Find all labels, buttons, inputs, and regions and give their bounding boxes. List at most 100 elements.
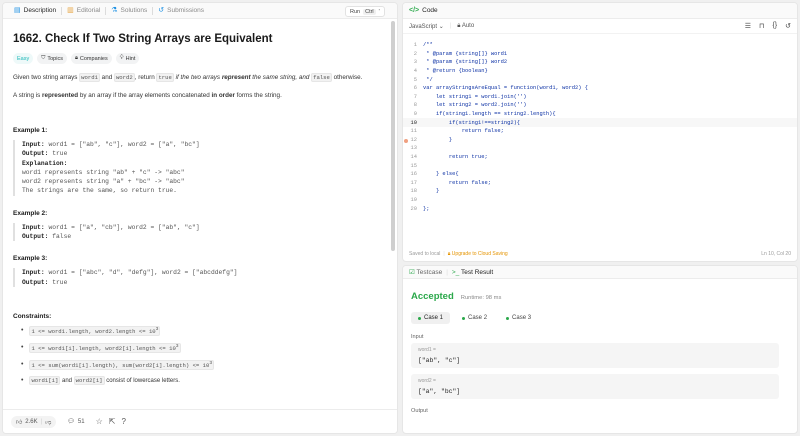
code-line[interactable]: 15 — [403, 161, 797, 170]
code-panel: </> Code JavaScript ⌄ | 🔒︎ Auto ☰ ⊓ {} ↺… — [402, 2, 798, 262]
example-3-title: Example 3: — [13, 255, 48, 263]
like-button[interactable]: 👍︎ 2.6K | 👎︎ — [11, 415, 57, 428]
line-number: 15 — [410, 162, 417, 169]
description-footer: 👍︎ 2.6K | 👎︎ 💬︎ 51 ☆ ⇱ ? — [3, 409, 397, 433]
code-text: } else{ — [423, 171, 459, 178]
lightbulb-icon: 💡︎ — [119, 55, 124, 61]
constraint-item: 1 <= word1[i].length, word2[i].length <=… — [21, 342, 381, 353]
case-tab-3[interactable]: Case 3 — [499, 312, 538, 324]
input-label: Input — [411, 334, 424, 340]
tab-solutions[interactable]: ⚗ Solutions — [106, 3, 152, 19]
comment-icon: 💬︎ — [67, 419, 75, 425]
input-box-word2: word2 = ["a", "bc"] — [411, 374, 779, 399]
code-line[interactable]: 20}; — [403, 204, 797, 213]
code-text: * @param {string[]} word1 — [423, 50, 508, 57]
upgrade-link[interactable]: 🔒︎ Upgrade to Cloud Saving — [448, 251, 508, 257]
code-line[interactable]: 14 return true; — [403, 153, 797, 162]
line-number: 8 — [413, 102, 417, 109]
share-icon[interactable]: ⇱ — [109, 417, 116, 426]
code-line[interactable]: 8 let string2 = word2.join('') — [403, 101, 797, 110]
tab-submissions[interactable]: ↺ Submissions — [153, 3, 209, 19]
code-text: if(string1!==string2){ — [423, 119, 521, 126]
left-tab-bar: ▤ Description ▥ Editorial ⚗ Solutions ↺ … — [3, 3, 397, 19]
description-scrollbar[interactable] — [391, 21, 395, 251]
tab-editorial[interactable]: ▥ Editorial — [62, 3, 105, 19]
lock-icon: 🔒︎ — [447, 251, 451, 257]
code-line[interactable]: 13 — [403, 144, 797, 153]
result-status-row: Accepted Runtime: 98 ms — [403, 279, 797, 302]
code-editor[interactable]: 1/** 2 * @param {string[]} word1 3 * @para… — [403, 38, 797, 247]
line-number: 14 — [410, 154, 417, 161]
result-tab-bar: ☑ Testcase | >_ Test Result — [403, 266, 797, 279]
format-icon[interactable]: ☰ — [745, 22, 751, 30]
line-number: 2 — [413, 50, 417, 57]
topics-tag[interactable]: ⛉ Topics — [37, 53, 67, 64]
code-line[interactable]: 16 } else{ — [403, 170, 797, 179]
code-line[interactable]: 6 var arrayStringsAreEqual = function(wor… — [403, 84, 797, 93]
code-line[interactable]: 3 * @param {string[]} word2 — [403, 58, 797, 67]
code-line[interactable]: 1 /** — [403, 41, 797, 50]
description-panel: ▤ Description ▥ Editorial ⚗ Solutions ↺ … — [2, 2, 398, 434]
code-text: }; — [423, 205, 430, 212]
problem-description: Given two string arrays word1 and word2,… — [13, 73, 363, 82]
line-number: 4 — [413, 68, 417, 75]
star-icon[interactable]: ☆ — [96, 417, 103, 426]
companies-tag[interactable]: 🔒︎ Companies — [70, 53, 112, 64]
help-icon[interactable]: ? — [121, 417, 125, 426]
line-number: 9 — [413, 111, 417, 118]
auto-toggle[interactable]: 🔒︎ Auto — [457, 23, 474, 30]
document-icon: ▤ — [14, 7, 21, 14]
tab-description[interactable]: ▤ Description — [9, 3, 61, 19]
code-line[interactable]: 17 return false; — [403, 179, 797, 188]
accepted-status: Accepted — [411, 291, 454, 302]
code-line[interactable]: 2 * @param {string[]} word1 — [403, 50, 797, 59]
ctrl-key: Ctrl — [363, 8, 376, 15]
breakpoint-marker[interactable] — [404, 138, 408, 143]
code-text: let string1 = word1.join('') — [423, 93, 527, 100]
lock-icon: 🔒︎ — [74, 55, 78, 61]
example-2-title: Example 2: — [13, 209, 48, 217]
example-1-title: Example 1: — [13, 126, 48, 134]
line-number: 1 — [413, 42, 417, 49]
case-tabs: Case 1 Case 2 Case 3 — [403, 302, 797, 324]
bookmark-icon[interactable]: ⊓ — [759, 22, 764, 30]
problem-title: 1662. Check If Two String Arrays are Equ… — [13, 33, 273, 45]
flask-icon: ⚗ — [111, 7, 118, 14]
comments-button[interactable]: 💬︎ 51 — [62, 416, 89, 427]
reset-icon[interactable]: ↺ — [785, 22, 791, 30]
code-line[interactable]: 19 — [403, 196, 797, 205]
code-line[interactable]: 12 } — [403, 136, 797, 145]
line-number: 13 — [410, 145, 417, 152]
braces-icon[interactable]: {} — [772, 22, 777, 30]
constraints-list: 1 <= word1.length, word2.length <= 103 1… — [13, 326, 381, 385]
code-line[interactable]: 4 * @return {boolean} — [403, 67, 797, 76]
code-text: return false; — [423, 128, 504, 135]
line-number: 19 — [410, 196, 417, 203]
description-content[interactable]: 1662. Check If Two String Arrays are Equ… — [3, 20, 391, 412]
code-text: */ — [423, 76, 433, 83]
line-number: 3 — [413, 59, 417, 66]
case-tab-1[interactable]: Case 1 — [411, 312, 451, 324]
code-line[interactable]: 9 if(string1.length == string2.length){ — [403, 110, 797, 119]
output-label: Output — [411, 408, 428, 414]
tag-row: Easy ⛉ Topics 🔒︎ Companies 💡︎ Hint — [13, 53, 381, 64]
code-line[interactable]: 5 */ — [403, 75, 797, 84]
constraint-item: 1 <= sum(word1[i].length), sum(word2[i].… — [21, 359, 381, 370]
run-shortcut-popup[interactable]: Run Ctrl ' — [345, 6, 385, 17]
code-line[interactable]: 18 } — [403, 187, 797, 196]
code-text: if(string1.length == string2.length){ — [423, 111, 556, 118]
input-box-word1: word1 = ["ab", "c"] — [411, 343, 779, 368]
line-number: 18 — [410, 188, 417, 195]
code-line[interactable]: 10 if(string1!==string2){ — [403, 118, 797, 127]
tab-testcase[interactable]: ☑ Testcase — [409, 268, 442, 276]
hint-tag[interactable]: 💡︎ Hint — [115, 53, 140, 64]
code-line[interactable]: 7 let string1 = word1.join('') — [403, 93, 797, 102]
code-line[interactable]: 11 return false; — [403, 127, 797, 136]
language-select[interactable]: JavaScript ⌄ — [409, 23, 444, 30]
line-number: 5 — [413, 76, 417, 83]
case-tab-2[interactable]: Case 2 — [455, 312, 494, 324]
line-number: 7 — [413, 93, 417, 100]
tab-test-result[interactable]: >_ Test Result — [452, 269, 493, 276]
problem-definition: A string is represented by an array if t… — [13, 92, 282, 100]
code-text: return false; — [423, 179, 491, 186]
